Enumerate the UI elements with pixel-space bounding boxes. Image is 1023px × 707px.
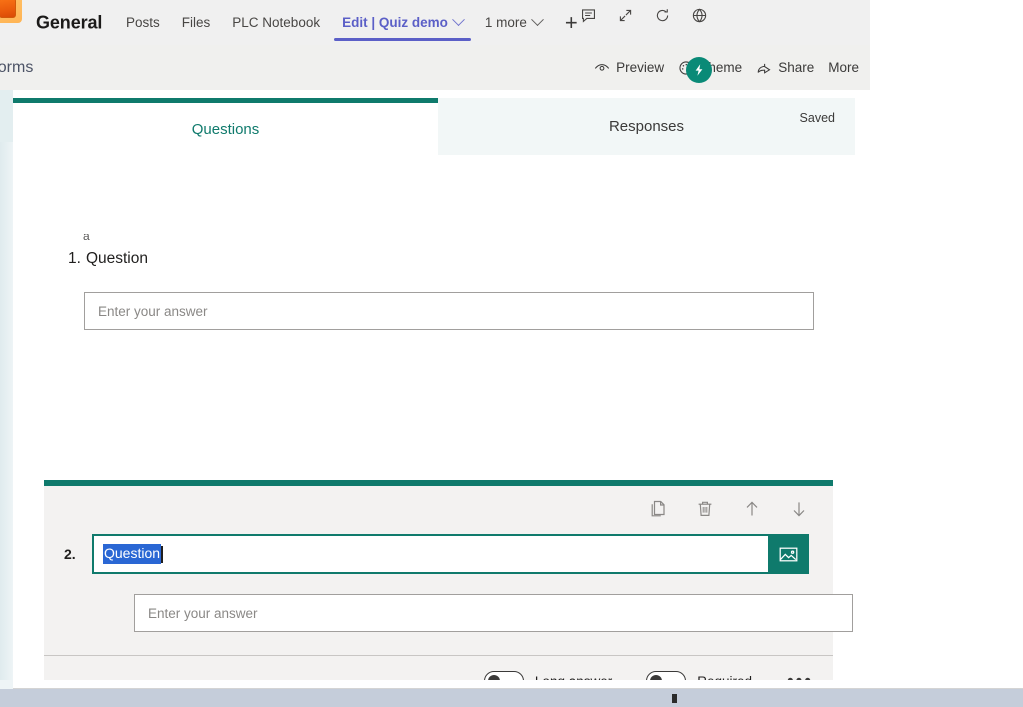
user-avatar[interactable] xyxy=(686,57,712,83)
form-tabs-row: Questions Responses Saved xyxy=(13,98,855,155)
refresh-icon[interactable] xyxy=(654,7,671,24)
question-1-number: 1. xyxy=(68,250,81,267)
text-caret xyxy=(161,545,163,563)
question-2-answer-input[interactable]: Enter your answer xyxy=(134,594,853,632)
question-2-card[interactable]: 2. Question Enter your answer xyxy=(44,480,853,706)
preview-button[interactable]: Preview xyxy=(591,58,667,78)
application-window: General Posts Files PLC Notebook Edit | … xyxy=(0,0,1023,707)
teams-tab-edit-quiz-demo[interactable]: Edit | Quiz demo xyxy=(331,0,474,45)
expand-icon[interactable] xyxy=(617,7,634,24)
delete-question-button[interactable] xyxy=(695,499,715,519)
lightning-bolt-icon xyxy=(695,64,703,76)
forms-actions-group: Preview Theme Share More xyxy=(591,45,862,90)
question-2-title-row: 2. Question xyxy=(44,534,833,574)
question-2-title-value: Question xyxy=(103,544,162,564)
left-rail-gradient xyxy=(0,142,13,690)
question-1-title-row: 1. Question xyxy=(68,250,828,268)
tab-responses[interactable]: Responses xyxy=(438,98,855,155)
tab-questions-label: Questions xyxy=(191,120,260,138)
teams-tab-edit-quiz-demo-label: Edit | Quiz demo xyxy=(342,15,448,30)
chevron-down-icon xyxy=(531,13,544,27)
teams-tab-posts-label: Posts xyxy=(126,15,160,30)
teams-tab-more-label: 1 more xyxy=(484,15,527,30)
move-question-down-button[interactable] xyxy=(789,499,809,519)
window-bottom-edge xyxy=(0,680,1023,689)
duplicate-question-button[interactable] xyxy=(648,499,668,519)
scrolled-content-fragment: a xyxy=(83,234,90,240)
question-2-toolbar xyxy=(44,486,833,532)
forms-command-bar: Forms Preview Theme xyxy=(0,45,870,90)
scroll-marker xyxy=(672,694,677,703)
share-icon xyxy=(757,63,771,74)
preview-label: Preview xyxy=(616,60,665,75)
image-icon xyxy=(779,547,798,561)
tab-responses-label: Responses xyxy=(608,118,685,135)
question-1-answer-placeholder: Enter your answer xyxy=(98,303,208,319)
form-editor-body: Questions Responses Saved a 1.Question E… xyxy=(0,90,870,706)
forms-app-title: Forms xyxy=(0,58,34,76)
more-label: More xyxy=(828,60,859,75)
teams-app-icon-inner xyxy=(0,0,16,18)
chat-icon[interactable] xyxy=(580,7,597,24)
add-tab-label: + xyxy=(564,9,578,35)
globe-icon[interactable] xyxy=(691,7,708,24)
question-2-answer-placeholder: Enter your answer xyxy=(148,605,258,621)
question-1-title: Question xyxy=(85,250,148,267)
more-button[interactable]: More xyxy=(825,58,862,77)
tab-questions[interactable]: Questions xyxy=(13,98,438,155)
question-2-number: 2. xyxy=(64,546,76,562)
question-2-title-field-wrap: Question xyxy=(92,534,809,574)
teams-tab-posts[interactable]: Posts xyxy=(115,0,171,45)
left-rail-bottom-fill xyxy=(0,680,13,689)
share-label: Share xyxy=(778,60,815,75)
taskbar-strip xyxy=(0,689,1023,707)
question-1-answer-input[interactable]: Enter your answer xyxy=(84,292,814,330)
question-2-title-input[interactable]: Question xyxy=(92,534,768,574)
chevron-down-icon xyxy=(452,13,465,27)
teams-tab-files[interactable]: Files xyxy=(171,0,222,45)
move-question-up-button[interactable] xyxy=(742,499,762,519)
teams-header: General Posts Files PLC Notebook Edit | … xyxy=(0,0,870,45)
insert-image-button[interactable] xyxy=(768,534,809,574)
teams-app-icon xyxy=(0,0,22,23)
team-name: General xyxy=(36,12,103,32)
preview-eye-icon xyxy=(595,63,610,71)
teams-tab-more[interactable]: 1 more xyxy=(474,0,553,45)
question-1: 1. Question Enter your answer xyxy=(68,250,828,330)
teams-tab-plc-notebook-label: PLC Notebook xyxy=(232,15,321,30)
header-icon-group xyxy=(580,0,708,30)
teams-tab-files-label: Files xyxy=(181,15,211,30)
save-status: Saved xyxy=(799,111,835,125)
teams-tab-strip: Posts Files PLC Notebook Edit | Quiz dem… xyxy=(115,0,590,45)
teams-tab-plc-notebook[interactable]: PLC Notebook xyxy=(221,0,331,45)
share-button[interactable]: Share xyxy=(753,58,817,78)
